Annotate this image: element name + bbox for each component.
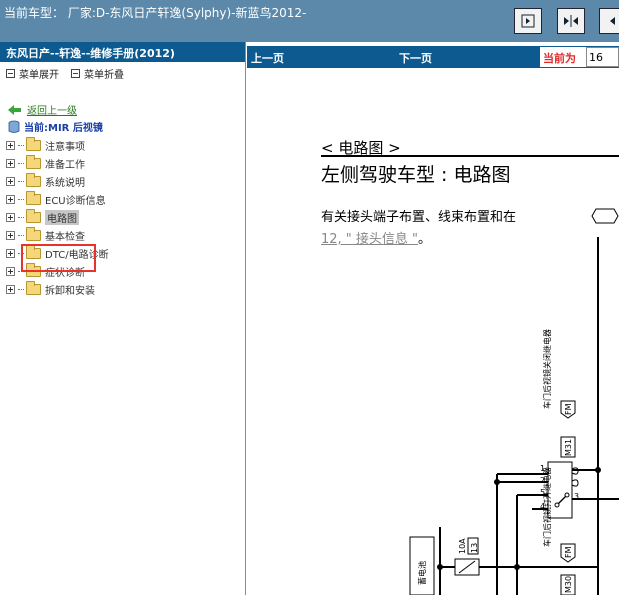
current-location: 当前:MIR 后视镜 xyxy=(8,119,103,134)
tree-item-label: 电路图 xyxy=(45,209,79,225)
vehicle-model-title: 当前车型： 厂家:D-东风日产轩逸(Sylphy)-新蓝鸟2012- xyxy=(4,6,307,20)
expand-toggle-icon[interactable] xyxy=(6,266,15,276)
fm-tag-2: FM xyxy=(564,546,573,558)
menu-tree: 注意事项 准备工作 系统说明 ECU诊断信息 电路图 基本检查 DTC/电路诊断… xyxy=(6,136,109,298)
tree-item[interactable]: 准备工作 xyxy=(6,154,109,172)
first-page-icon xyxy=(521,14,535,28)
expand-toggle-icon[interactable] xyxy=(6,212,15,222)
collapse-menu-button[interactable]: 菜单折叠 xyxy=(71,66,124,81)
tree-item-label: 准备工作 xyxy=(45,159,85,171)
first-page-button[interactable] xyxy=(514,8,542,34)
section-divider xyxy=(321,155,619,157)
document-pane: 上一页 下一页 当前为 < 电路图 > 左侧驾驶车型 : 电路图 有关接头端子布… xyxy=(247,42,619,595)
top-bar: 当前车型： 厂家:D-东风日产轩逸(Sylphy)-新蓝鸟2012- xyxy=(0,0,619,42)
page-nav-bar: 上一页 下一页 当前为 xyxy=(247,46,619,68)
folder-icon xyxy=(26,190,41,205)
tree-item[interactable]: 系统说明 xyxy=(6,172,109,190)
fm-tag-1: FM xyxy=(564,403,573,415)
fuse-rating: 10A xyxy=(458,538,467,554)
tree-item-label: 系统说明 xyxy=(45,177,85,189)
folder-icon xyxy=(26,208,41,223)
tree-item[interactable]: ECU诊断信息 xyxy=(6,190,109,208)
menu-controls: 菜单展开 菜单折叠 xyxy=(0,62,245,81)
tree-item-label: 拆卸和安装 xyxy=(45,285,95,297)
battery-block: 蓄电池 xyxy=(409,536,435,595)
tree-item[interactable]: 拆卸和安装 xyxy=(6,280,109,298)
door-mirror-open-relay: 车门后视镜打开继电器 M30 FM xyxy=(542,467,576,595)
folder-icon xyxy=(26,172,41,187)
folder-icon xyxy=(26,154,41,169)
page-number-input[interactable] xyxy=(586,47,619,67)
prev-button[interactable] xyxy=(599,8,619,34)
document-paragraph: 有关接头端子布置、线束布置和在 xyxy=(321,210,517,225)
back-link-label: 返回上一级 xyxy=(27,106,77,117)
tree-item[interactable]: 注意事项 xyxy=(6,136,109,154)
expand-menu-button[interactable]: 菜单展开 xyxy=(6,66,59,81)
expand-toggle-icon[interactable] xyxy=(6,194,15,204)
navigation-pane: 东风日产--轩逸--维修手册(2012) 菜单展开 菜单折叠 返回上一级 当前:… xyxy=(0,42,246,595)
tree-item[interactable]: 基本检查 xyxy=(6,226,109,244)
current-page-label: 当前为 xyxy=(540,47,586,67)
expand-icon xyxy=(564,15,578,27)
folder-icon xyxy=(26,280,41,295)
expand-menu-label: 菜单展开 xyxy=(19,69,59,81)
folder-icon xyxy=(26,136,41,151)
manual-title: 东风日产--轩逸--维修手册(2012) xyxy=(0,42,245,62)
tree-item-selected[interactable]: 电路图 xyxy=(6,208,109,226)
expand-toggle-icon[interactable] xyxy=(6,248,15,258)
battery-label: 蓄电池 xyxy=(417,561,427,585)
expand-toggle-icon[interactable] xyxy=(6,230,15,240)
relay1-label: 车门后视镜关闭继电器 xyxy=(542,329,552,409)
back-arrow-icon xyxy=(8,104,21,115)
wiring-diagram: 车门后视镜关闭继电器 M31 FM 1 2 5 3 4 车门后视镜打开继电器 M… xyxy=(409,237,619,595)
fuse-10a: 10A 13 xyxy=(454,537,480,576)
expand-toggle-icon[interactable] xyxy=(6,158,15,168)
relay1-code: M31 xyxy=(564,439,573,456)
expand-toggle-icon[interactable] xyxy=(6,176,15,186)
tree-item-label: 基本检查 xyxy=(45,231,85,243)
tree-item-label: ECU诊断信息 xyxy=(45,195,106,207)
relay2-code: M30 xyxy=(564,576,573,593)
fuse-number: 13 xyxy=(470,543,479,553)
expand-icon xyxy=(6,68,15,78)
relay2-label: 车门后视镜打开继电器 xyxy=(542,467,552,547)
database-icon xyxy=(8,120,20,133)
tree-item-label: 注意事项 xyxy=(45,141,85,153)
reference-hexagon-icon xyxy=(591,208,619,224)
collapse-icon xyxy=(71,68,80,78)
prev-icon xyxy=(610,17,615,25)
current-location-label: 当前:MIR 后视镜 xyxy=(24,123,103,134)
expand-toggle-icon[interactable] xyxy=(6,140,15,150)
expand-toggle-icon[interactable] xyxy=(6,284,15,294)
expand-button[interactable] xyxy=(557,8,585,34)
back-link[interactable]: 返回上一级 xyxy=(8,102,77,117)
next-page-link[interactable]: 下一页 xyxy=(399,50,432,66)
collapse-menu-label: 菜单折叠 xyxy=(84,69,124,81)
folder-icon xyxy=(26,226,41,241)
prev-page-link[interactable]: 上一页 xyxy=(251,50,284,66)
document-title: 左侧驾驶车型 : 电路图 xyxy=(321,164,511,186)
selection-highlight-box xyxy=(21,244,96,272)
